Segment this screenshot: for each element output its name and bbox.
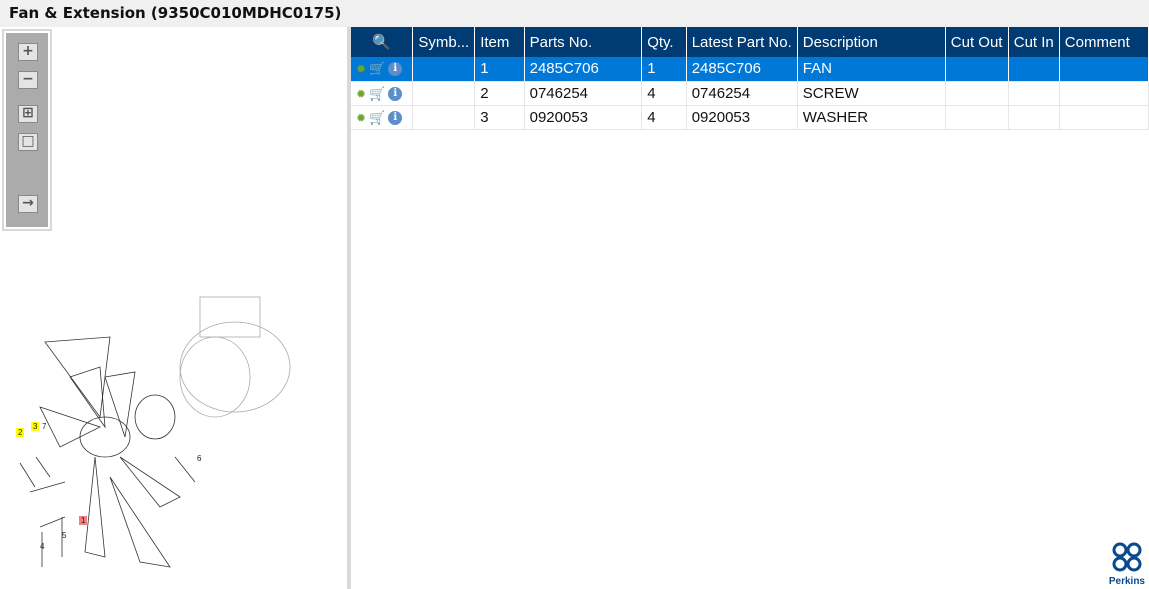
cart-icon[interactable]: 🛒 — [369, 86, 385, 102]
page-title: Fan & Extension (9350C010MDHC0175) — [9, 4, 342, 22]
cell-symbol — [412, 57, 476, 82]
fit-window-icon[interactable]: □ — [18, 133, 38, 151]
table-row[interactable]: ✹ 🛒 i 2 0746254 4 0746254 SCREW — [351, 81, 1149, 106]
cell-description: SCREW — [797, 81, 946, 106]
exploded-diagram[interactable] — [0, 277, 346, 577]
callout-1[interactable]: 1 — [79, 516, 88, 525]
settings-icon[interactable]: ✹ — [356, 87, 366, 101]
cell-symbol — [412, 105, 476, 130]
callout-4[interactable]: 4 — [40, 542, 44, 551]
parts-table: 🔍 Symb... Item Parts No. Qty. Latest Par… — [351, 27, 1149, 130]
cell-latest-part-no: 2485C706 — [686, 57, 798, 82]
zoom-in-icon[interactable]: + — [18, 43, 38, 61]
cell-cut-in — [1008, 57, 1060, 82]
cell-symbol — [412, 81, 476, 106]
settings-icon[interactable]: ✹ — [356, 111, 366, 125]
header-parts-no[interactable]: Parts No. — [524, 27, 643, 57]
cell-cut-out — [945, 81, 1009, 106]
cell-latest-part-no: 0920053 — [686, 105, 798, 130]
callout-2[interactable]: 2 — [16, 428, 25, 437]
info-icon[interactable]: i — [388, 86, 403, 101]
header-item[interactable]: Item — [474, 27, 525, 57]
search-icon[interactable]: 🔍 — [372, 34, 391, 51]
cell-comment — [1059, 57, 1149, 82]
cell-comment — [1059, 81, 1149, 106]
fit-all-icon[interactable]: ⊞ — [18, 105, 38, 123]
header-cut-in[interactable]: Cut In — [1008, 27, 1060, 57]
cell-qty: 1 — [641, 57, 687, 82]
cell-description: FAN — [797, 57, 946, 82]
header-latest-part-no[interactable]: Latest Part No. — [686, 27, 798, 57]
cell-parts-no: 2485C706 — [524, 57, 643, 82]
diagram-toolbar: + − ⊞ □ → — [2, 29, 52, 231]
cell-latest-part-no: 0746254 — [686, 81, 798, 106]
header-cut-out[interactable]: Cut Out — [945, 27, 1009, 57]
cell-parts-no: 0920053 — [524, 105, 643, 130]
cart-icon[interactable]: 🛒 — [369, 110, 385, 126]
export-icon[interactable]: → — [18, 195, 38, 213]
table-row[interactable]: ✹ 🛒 i 1 2485C706 1 2485C706 FAN — [351, 57, 1149, 82]
cart-icon[interactable]: 🛒 — [369, 61, 385, 77]
table-row[interactable]: ✹ 🛒 i 3 0920053 4 0920053 WASHER — [351, 105, 1149, 130]
callout-7[interactable]: 7 — [42, 422, 46, 431]
callout-6[interactable]: 6 — [197, 454, 201, 463]
perkins-logo-mark — [1112, 542, 1142, 572]
cell-qty: 4 — [641, 105, 687, 130]
header-comment[interactable]: Comment — [1059, 27, 1149, 57]
header-qty[interactable]: Qty. — [641, 27, 687, 57]
cell-description: WASHER — [797, 105, 946, 130]
settings-icon[interactable]: ✹ — [356, 62, 366, 76]
row-actions: ✹ 🛒 i — [351, 57, 414, 82]
header-symbol[interactable]: Symb... — [412, 27, 476, 57]
header-search[interactable]: 🔍 — [351, 27, 414, 57]
cell-item: 2 — [474, 81, 525, 106]
row-actions: ✹ 🛒 i — [351, 105, 414, 130]
cell-item: 1 — [474, 57, 525, 82]
info-icon[interactable]: i — [388, 110, 403, 125]
cell-parts-no: 0746254 — [524, 81, 643, 106]
callout-5[interactable]: 5 — [62, 531, 66, 540]
zoom-out-icon[interactable]: − — [18, 71, 38, 89]
diagram-panel[interactable]: + − ⊞ □ → 1 2 3 4 5 6 7 — [0, 27, 347, 589]
callout-3[interactable]: 3 — [31, 422, 40, 431]
cell-cut-in — [1008, 81, 1060, 106]
cell-qty: 4 — [641, 81, 687, 106]
header-description[interactable]: Description — [797, 27, 946, 57]
cell-cut-out — [945, 57, 1009, 82]
cell-cut-in — [1008, 105, 1060, 130]
parts-panel: 🔍 Symb... Item Parts No. Qty. Latest Par… — [351, 27, 1149, 589]
cell-comment — [1059, 105, 1149, 130]
info-icon[interactable]: i — [388, 62, 403, 77]
cell-item: 3 — [474, 105, 525, 130]
row-actions: ✹ 🛒 i — [351, 81, 414, 106]
perkins-logo: Perkins — [1109, 542, 1145, 587]
cell-cut-out — [945, 105, 1009, 130]
